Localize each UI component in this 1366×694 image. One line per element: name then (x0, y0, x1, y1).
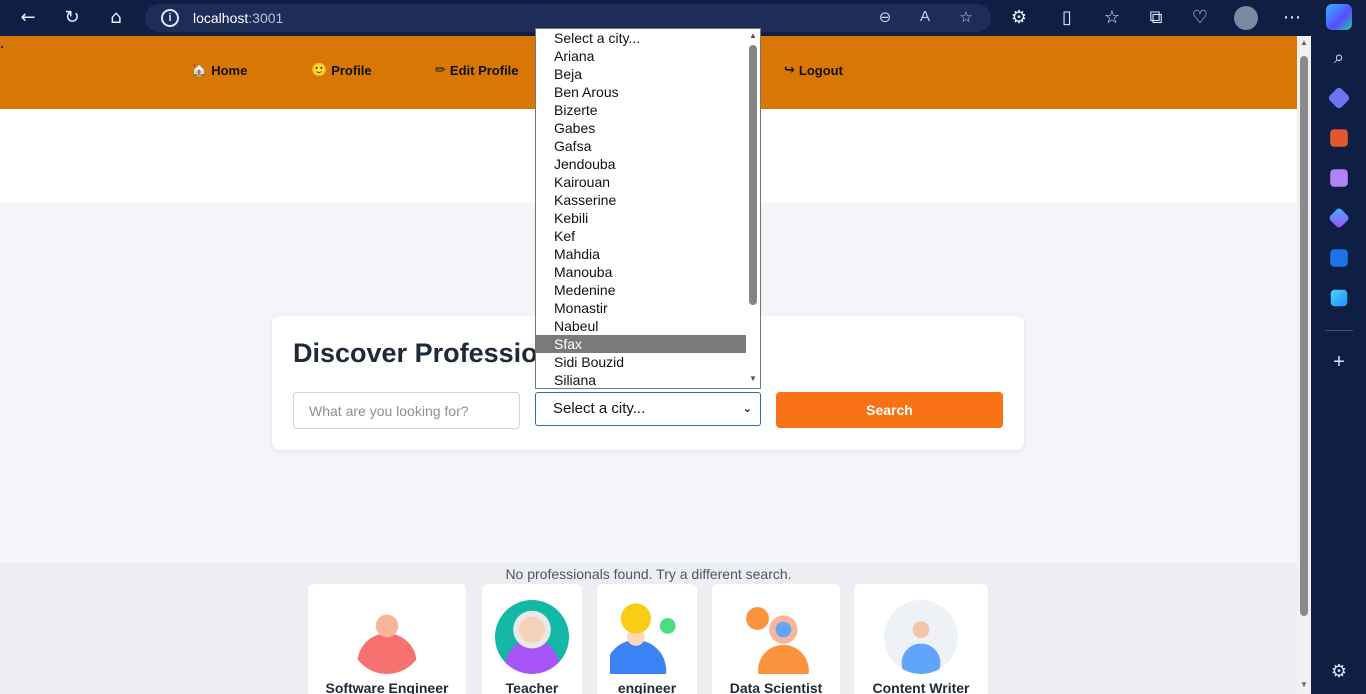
nav-profile-label: Profile (331, 62, 372, 78)
city-option[interactable]: Sfax (536, 335, 746, 353)
category-card-engineer[interactable]: engineer (597, 584, 697, 694)
category-label: engineer (617, 680, 677, 694)
nav-edit-profile[interactable]: ✏ Edit Profile (435, 62, 519, 78)
city-options: Select a city... Ariana Beja Ben Arous Bizer… (536, 29, 760, 388)
copilot-icon[interactable] (1326, 4, 1352, 30)
add-icon[interactable]: + (1328, 351, 1350, 373)
nav-edit-profile-label: Edit Profile (449, 62, 519, 78)
empty-results-message: No professionals found. Try a different … (505, 566, 792, 582)
shopping-tag-icon[interactable] (1327, 86, 1351, 110)
logout-arrow-icon: ↪ (784, 62, 795, 77)
city-option[interactable]: Manouba (536, 263, 746, 281)
more-icon[interactable]: ⋯ (1280, 6, 1304, 30)
search-button[interactable]: Search (776, 392, 1003, 428)
edge-sidebar: ⌕ + ⚙ (1311, 36, 1366, 694)
dropdown-scrollbar[interactable]: ▲ ▼ (746, 29, 760, 388)
zoom-out-icon[interactable]: ⊖ (875, 8, 895, 26)
nav-home[interactable]: 🏠 Home (191, 62, 247, 78)
content-writer-illustration (884, 600, 958, 674)
search-icon[interactable]: ⌕ (1328, 47, 1350, 69)
city-option[interactable]: Nabeul (536, 317, 746, 335)
chevron-down-icon: ⌄ (742, 403, 752, 415)
profile-avatar[interactable] (1234, 6, 1258, 30)
category-label: Teacher (505, 680, 559, 694)
scroll-down-icon[interactable]: ▼ (1300, 680, 1308, 689)
teacher-illustration (495, 600, 569, 674)
search-input[interactable] (293, 392, 520, 429)
city-option[interactable]: Jendouba (536, 155, 746, 173)
url-text: localhost:3001 (193, 10, 283, 26)
city-dropdown-list[interactable]: Select a city... Ariana Beja Ben Arous Bizer… (535, 28, 761, 389)
split-screen-icon[interactable]: ▯ (1055, 6, 1079, 30)
dropdown-scroll-up-icon[interactable]: ▲ (749, 31, 757, 40)
city-option[interactable]: Sidi Bouzid (536, 353, 746, 371)
scroll-up-icon[interactable]: ▲ (1300, 38, 1308, 47)
page-title: Discover Professio (293, 338, 538, 368)
outlook-icon[interactable] (1330, 249, 1348, 267)
category-card-teacher[interactable]: Teacher (482, 584, 582, 694)
sidebar-divider (1325, 330, 1353, 331)
favorite-star-icon[interactable]: ☆ (956, 8, 976, 26)
favorites-icon[interactable]: ☆ (1100, 6, 1124, 30)
home-icon[interactable]: ⌂ (104, 6, 128, 30)
tools-icon[interactable] (1330, 129, 1348, 147)
dropdown-scroll-down-icon[interactable]: ▼ (749, 374, 757, 383)
city-option[interactable]: Bizerte (536, 101, 746, 119)
city-option[interactable]: Monastir (536, 299, 746, 317)
city-option[interactable]: Medenine (536, 281, 746, 299)
url-port: :3001 (248, 10, 284, 26)
category-label: Content Writer (872, 680, 970, 694)
games-icon[interactable] (1330, 169, 1348, 187)
face-icon: 🙂 (311, 62, 328, 77)
nav-logout-label: Logout (798, 62, 843, 78)
city-option[interactable]: Mahdia (536, 245, 746, 263)
pencil-icon: ✏ (435, 62, 446, 77)
nav-logout[interactable]: ↪ Logout (784, 62, 843, 78)
stray-dot (1, 46, 3, 48)
site-info-icon[interactable]: i (161, 9, 179, 27)
home-icon: 🏠 (191, 62, 208, 77)
send-icon[interactable] (1330, 289, 1348, 307)
settings-icon[interactable]: ⚙ (1328, 660, 1350, 682)
data-scientist-illustration (739, 600, 813, 674)
city-select[interactable]: Select a city... ⌄ (535, 392, 761, 426)
city-option[interactable]: Kef (536, 227, 746, 245)
city-option[interactable]: Ben Arous (536, 83, 746, 101)
city-option[interactable]: Kairouan (536, 173, 746, 191)
back-icon[interactable]: ← (16, 6, 40, 30)
city-option[interactable]: Kebili (536, 209, 746, 227)
page-scrollbar[interactable]: ▲ ▼ (1297, 36, 1311, 694)
software-engineer-illustration (350, 600, 424, 674)
copilot-app-icon[interactable] (1328, 207, 1350, 229)
city-option[interactable]: Gabes (536, 119, 746, 137)
category-label: Data Scientist (729, 680, 823, 694)
city-option[interactable]: Select a city... (536, 29, 746, 47)
category-card-software-engineer[interactable]: Software Engineer (308, 584, 466, 694)
scrollbar-thumb[interactable] (1300, 56, 1308, 616)
nav-profile[interactable]: 🙂 Profile (311, 62, 372, 78)
url-host: localhost (193, 10, 249, 26)
category-card-data-scientist[interactable]: Data Scientist (712, 584, 840, 694)
category-label: Software Engineer (325, 680, 449, 694)
extensions-icon[interactable]: ⚙ (1007, 6, 1031, 30)
collections-icon[interactable]: ⧉ (1144, 6, 1168, 30)
city-option[interactable]: Kasserine (536, 191, 746, 209)
city-option[interactable]: Ariana (536, 47, 746, 65)
engineer-illustration (610, 600, 684, 674)
refresh-icon[interactable]: ↻ (60, 6, 84, 30)
city-select-value: Select a city... (553, 400, 646, 417)
read-aloud-icon[interactable]: A (915, 8, 935, 25)
city-option[interactable]: Gafsa (536, 137, 746, 155)
browser-essentials-icon[interactable]: ♡ (1188, 6, 1212, 30)
nav-home-label: Home (211, 62, 248, 78)
city-option[interactable]: Siliana (536, 371, 746, 388)
city-option[interactable]: Beja (536, 65, 746, 83)
category-card-content-writer[interactable]: Content Writer (854, 584, 988, 694)
dropdown-scroll-thumb[interactable] (749, 45, 757, 305)
